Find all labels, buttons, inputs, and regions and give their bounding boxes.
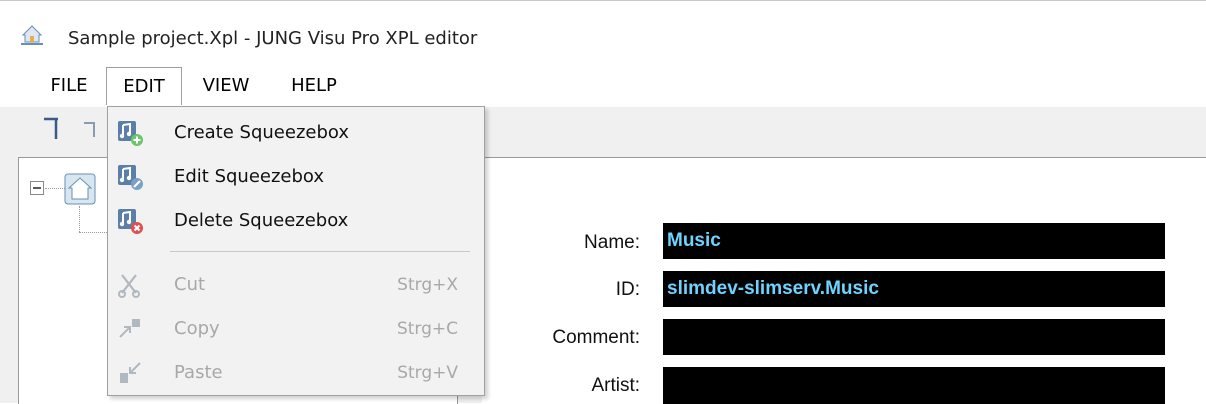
tree-connector: [45, 188, 65, 189]
menu-help[interactable]: HELP: [274, 67, 354, 105]
app-window: Sample project.Xpl - JUNG Visu Pro XPL e…: [0, 0, 1206, 404]
menu-item-shortcut: Strg+X: [397, 275, 458, 295]
collapse-icon[interactable]: [29, 180, 45, 196]
id-label: ID:: [615, 279, 640, 300]
menu-item-copy[interactable]: Copy Strg+C: [108, 307, 484, 351]
menu-item-label: Create Squeezebox: [174, 122, 349, 143]
menu-item-label: Copy: [174, 318, 220, 339]
menu-item-cut[interactable]: Cut Strg+X: [108, 263, 484, 307]
menu-item-paste[interactable]: Paste Strg+V: [108, 351, 484, 395]
new-document-icon[interactable]: [40, 113, 64, 143]
cut-icon: [118, 274, 140, 298]
menu-separator: [170, 251, 470, 252]
artist-field[interactable]: [663, 367, 1165, 404]
window-title: Sample project.Xpl - JUNG Visu Pro XPL e…: [68, 28, 478, 49]
artist-label: Artist:: [591, 375, 640, 396]
squeezebox-delete-icon: [118, 209, 143, 234]
tree-connector: [79, 232, 109, 233]
paste-icon: [120, 362, 141, 383]
comment-label: Comment:: [552, 327, 640, 348]
title-bar: Sample project.Xpl - JUNG Visu Pro XPL e…: [0, 1, 1206, 63]
copy-icon: [119, 319, 140, 338]
menu-item-shortcut: Strg+V: [397, 363, 458, 383]
menu-item-delete-squeezebox[interactable]: Delete Squeezebox: [108, 199, 484, 243]
open-icon[interactable]: [80, 113, 106, 143]
tree-connector: [79, 206, 80, 232]
name-label: Name:: [584, 232, 640, 253]
name-field[interactable]: Music: [663, 223, 1165, 259]
menu-edit[interactable]: EDIT: [106, 67, 182, 105]
menu-item-label: Paste: [174, 362, 223, 383]
comment-field[interactable]: [663, 319, 1165, 355]
squeezebox-create-icon: [118, 121, 143, 146]
menu-item-label: Delete Squeezebox: [174, 210, 349, 231]
menu-item-label: Cut: [174, 274, 206, 295]
squeezebox-edit-icon: [118, 165, 143, 190]
id-field[interactable]: slimdev-slimserv.Music: [663, 271, 1165, 307]
menu-item-edit-squeezebox[interactable]: Edit Squeezebox: [108, 155, 484, 199]
project-house-icon[interactable]: [63, 172, 97, 206]
menu-item-create-squeezebox[interactable]: Create Squeezebox: [108, 111, 484, 155]
menu-file[interactable]: FILE: [38, 67, 100, 105]
menu-view[interactable]: VIEW: [190, 67, 262, 105]
app-house-icon: [21, 25, 43, 45]
menu-item-label: Edit Squeezebox: [174, 166, 325, 187]
menu-item-shortcut: Strg+C: [396, 319, 458, 339]
